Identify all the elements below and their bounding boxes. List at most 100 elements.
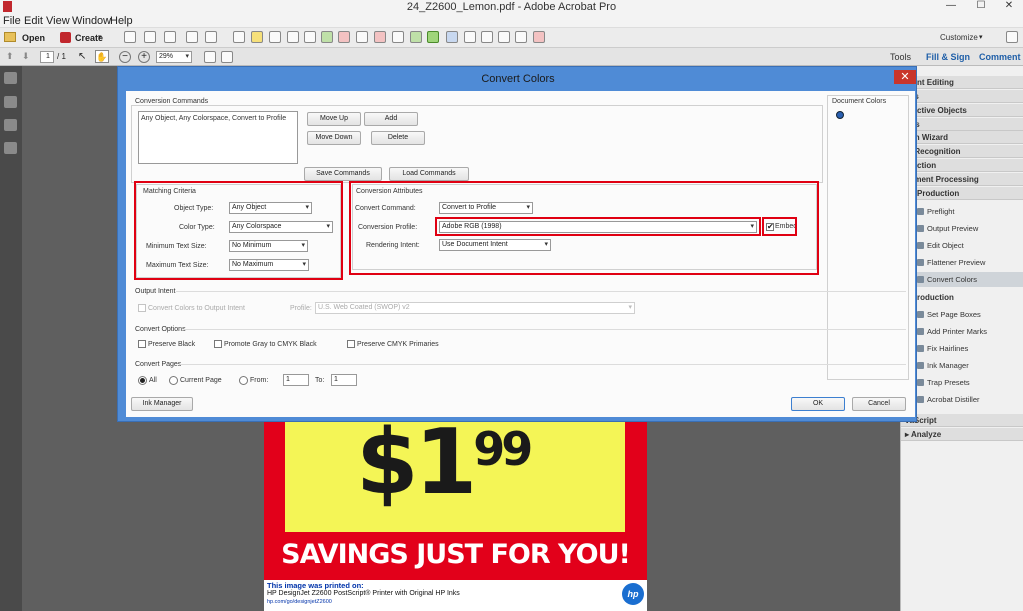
prev-page-icon[interactable]: ⬆ — [6, 51, 14, 62]
rp-document-processing[interactable]: cument Processing — [901, 173, 1023, 186]
fit-page-icon[interactable] — [204, 51, 216, 63]
customize-button[interactable]: Customize — [940, 31, 978, 45]
promote-gray-checkbox[interactable] — [214, 340, 222, 348]
rp-item-output-preview[interactable]: Output Preview — [901, 221, 1023, 236]
cloud-icon[interactable] — [144, 31, 156, 43]
tool-icon-3[interactable] — [304, 31, 316, 43]
rp-item-edit-object[interactable]: Edit Object — [901, 238, 1023, 253]
hand-tool-icon[interactable]: ✋ — [95, 50, 109, 63]
rp-protection[interactable]: otection — [901, 159, 1023, 172]
preserve-cmyk-checkbox[interactable] — [347, 340, 355, 348]
tool-icon-7[interactable] — [374, 31, 386, 43]
pages-all-radio[interactable] — [138, 376, 147, 385]
ok-button[interactable]: OK — [791, 397, 845, 411]
move-down-button[interactable]: Move Down — [307, 131, 361, 145]
rp-item-acrobat-distiller[interactable]: Acrobat Distiller — [901, 392, 1023, 407]
comment-icon[interactable] — [251, 31, 263, 43]
menu-view[interactable]: View — [46, 14, 70, 28]
rp-analyze[interactable]: ▸ Analyze — [901, 428, 1023, 441]
rp-item-fix-hairlines[interactable]: Fix Hairlines — [901, 341, 1023, 356]
tool-icon-12[interactable] — [481, 31, 493, 43]
tool-icon-9[interactable] — [410, 31, 422, 43]
rp-content-editing[interactable]: ntent Editing — [901, 76, 1023, 89]
comment-pane-button[interactable]: Comment — [979, 51, 1021, 63]
tool-icon-6[interactable] — [356, 31, 368, 43]
command-list-item[interactable]: Any Object, Any Colorspace, Convert to P… — [139, 112, 297, 125]
create-dropdown-icon[interactable]: ▾ — [98, 31, 102, 45]
preserve-black-checkbox[interactable] — [138, 340, 146, 348]
tool-icon-10[interactable] — [446, 31, 458, 43]
share-icon[interactable] — [186, 31, 198, 43]
tool-icon-8[interactable] — [392, 31, 404, 43]
add-button[interactable]: Add — [364, 112, 418, 126]
max-text-size-select[interactable]: No Maximum ▾ — [229, 259, 309, 271]
customize-dropdown-icon[interactable]: ▾ — [979, 31, 983, 45]
menu-edit[interactable]: Edit — [24, 14, 43, 28]
rp-print-production[interactable]: int Production — [901, 187, 1023, 200]
zoom-select[interactable]: 29% ▾ — [156, 51, 192, 63]
rp-interactive-objects[interactable]: eractive Objects — [901, 104, 1023, 117]
rp-prepress-production[interactable]: e Production — [901, 291, 1023, 304]
expand-icon[interactable] — [1006, 31, 1018, 43]
tool-icon-11[interactable] — [464, 31, 476, 43]
tool-icon-1[interactable] — [269, 31, 281, 43]
page-range-radio[interactable] — [239, 376, 248, 385]
min-text-size-select[interactable]: No Minimum ▾ — [229, 240, 308, 252]
bookmarks-icon[interactable] — [4, 96, 17, 108]
delete-button[interactable]: Delete — [371, 131, 425, 145]
scrolling-mode-icon[interactable] — [221, 51, 233, 63]
next-page-icon[interactable]: ⬇ — [22, 51, 30, 62]
minimize-button[interactable]: — — [940, 0, 962, 12]
tool-icon-14[interactable] — [515, 31, 527, 43]
rp-javascript[interactable]: vaScript — [901, 414, 1023, 427]
rp-item-flattener-preview[interactable]: Flattener Preview — [901, 255, 1023, 270]
ink-manager-button[interactable]: Ink Manager — [131, 397, 193, 411]
from-page-input[interactable]: 1 — [283, 374, 309, 386]
select-cursor-icon[interactable]: ↖ — [78, 51, 86, 62]
object-type-select[interactable]: Any Object ▾ — [229, 202, 312, 214]
tools-pane-button[interactable]: Tools — [890, 51, 911, 63]
zoom-in-icon[interactable]: + — [138, 51, 150, 63]
save-icon[interactable] — [124, 31, 136, 43]
tool-icon-5[interactable] — [338, 31, 350, 43]
convert-colors-tool-icon[interactable] — [427, 31, 439, 43]
to-page-input[interactable]: 1 — [331, 374, 357, 386]
settings-icon[interactable] — [233, 31, 245, 43]
page-thumbnails-icon[interactable] — [4, 72, 17, 84]
tool-icon-2[interactable] — [287, 31, 299, 43]
convert-to-output-intent-checkbox[interactable] — [138, 304, 146, 312]
dialog-close-icon[interactable]: ✕ — [894, 70, 916, 84]
rp-forms[interactable]: rms — [901, 118, 1023, 131]
menu-help[interactable]: Help — [110, 14, 133, 28]
rp-item-ink-manager[interactable]: Ink Manager — [901, 358, 1023, 373]
color-type-select[interactable]: Any Colorspace ▾ — [229, 221, 333, 233]
rp-item-add-printer-marks[interactable]: Add Printer Marks — [901, 324, 1023, 339]
cancel-button[interactable]: Cancel — [852, 397, 906, 411]
current-page-radio[interactable] — [169, 376, 178, 385]
rp-item-preflight[interactable]: Preflight — [901, 204, 1023, 219]
maximize-button[interactable]: ☐ — [970, 0, 992, 12]
menu-window[interactable]: Window — [72, 14, 111, 28]
tool-icon-15[interactable] — [533, 31, 545, 43]
rp-action-wizard[interactable]: tion Wizard — [901, 131, 1023, 144]
load-commands-button[interactable]: Load Commands — [389, 167, 469, 181]
convert-command-select[interactable]: Convert to Profile ▾ — [439, 202, 533, 214]
print-icon[interactable] — [164, 31, 176, 43]
page-number-input[interactable]: 1 — [40, 51, 54, 63]
signatures-icon[interactable] — [4, 142, 17, 154]
menu-file[interactable]: File — [3, 14, 21, 28]
output-profile-select[interactable]: U.S. Web Coated (SWOP) v2 ▾ — [315, 302, 635, 314]
rp-text-recognition[interactable]: xt Recognition — [901, 145, 1023, 158]
open-button[interactable]: Open — [22, 31, 45, 45]
fill-sign-pane-button[interactable]: Fill & Sign — [926, 51, 970, 63]
rp-item-set-page-boxes[interactable]: Set Page Boxes — [901, 307, 1023, 322]
rp-item-trap-presets[interactable]: Trap Presets — [901, 375, 1023, 390]
rp-item-convert-colors[interactable]: Convert Colors — [901, 272, 1023, 287]
document-color-swatch[interactable] — [836, 111, 844, 119]
zoom-out-icon[interactable]: − — [119, 51, 131, 63]
save-commands-button[interactable]: Save Commands — [304, 167, 382, 181]
tool-icon-4[interactable] — [321, 31, 333, 43]
command-list[interactable]: Any Object, Any Colorspace, Convert to P… — [138, 111, 298, 164]
rendering-intent-select[interactable]: Use Document Intent ▾ — [439, 239, 551, 251]
email-icon[interactable] — [205, 31, 217, 43]
